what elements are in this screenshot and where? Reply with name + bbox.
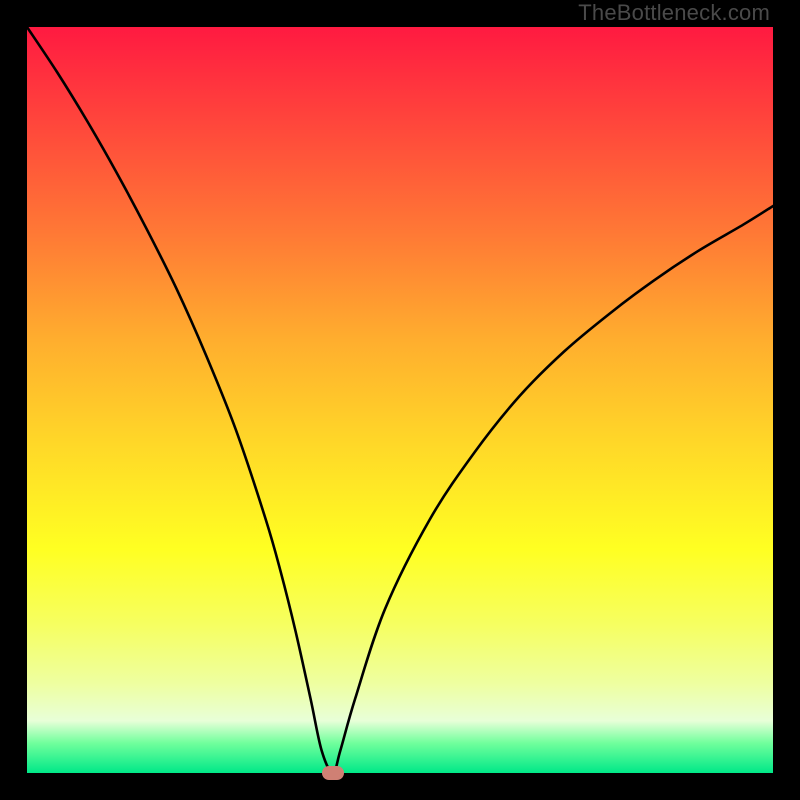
curve-minimum-marker — [322, 766, 344, 780]
watermark-text: TheBottleneck.com — [578, 0, 770, 26]
chart-frame: TheBottleneck.com — [0, 0, 800, 800]
bottleneck-curve — [27, 27, 773, 773]
plot-area — [27, 27, 773, 773]
